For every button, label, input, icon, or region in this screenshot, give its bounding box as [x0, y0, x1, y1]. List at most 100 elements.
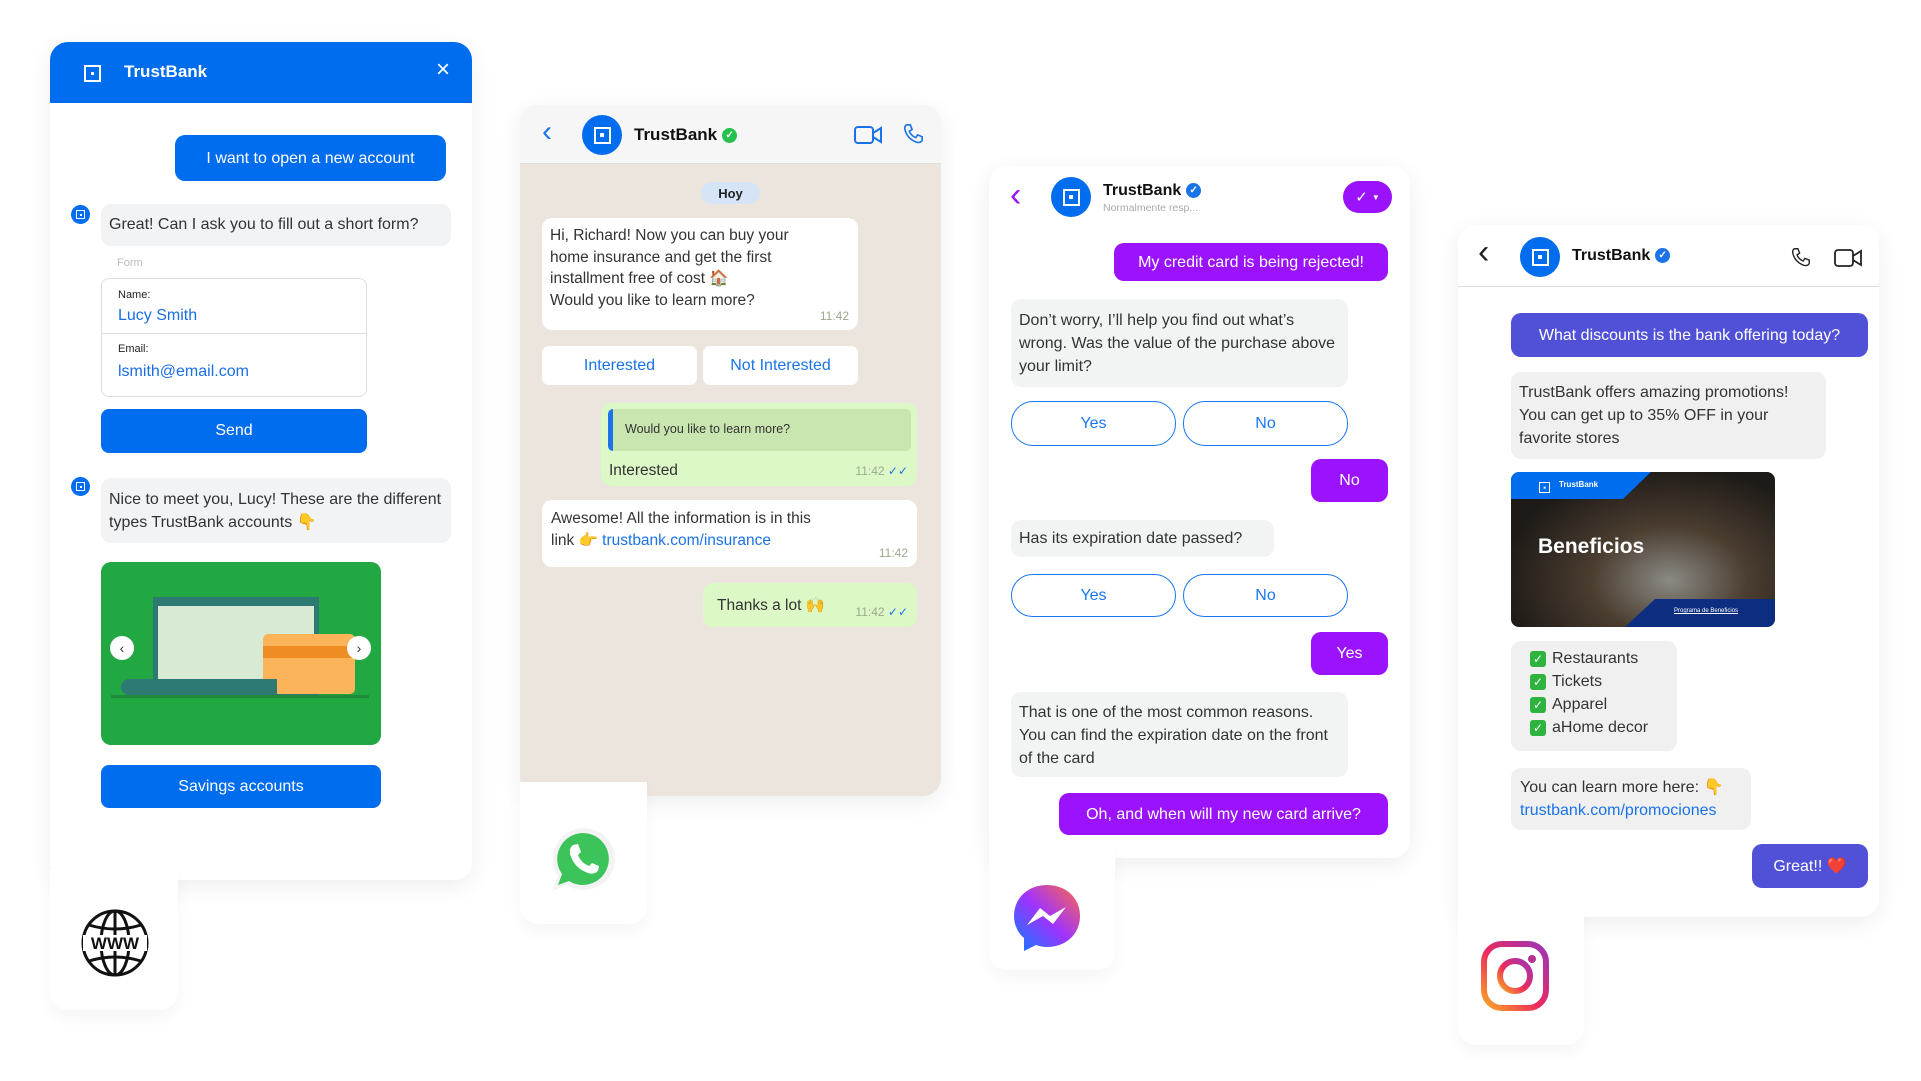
close-icon[interactable]: × — [436, 56, 450, 84]
timestamp: 11:42 — [878, 546, 908, 560]
bot-message: Has its expiration date passed? — [1011, 520, 1274, 557]
list-item: ✓ Tickets — [1530, 670, 1658, 693]
messenger-channel-tab — [989, 845, 1115, 970]
user-message: My credit card is being rejected! — [1114, 243, 1388, 281]
trustbank-avatar — [1051, 177, 1091, 217]
contact-name: TrustBank ✓ — [1572, 247, 1671, 265]
whatsapp-channel-tab — [520, 782, 647, 924]
back-icon[interactable]: ‹ — [1010, 176, 1021, 215]
checkmark-icon: ✓ — [1530, 697, 1546, 713]
card-footer-link: Programa de Beneficios — [1674, 608, 1739, 614]
bot-avatar-icon — [71, 205, 90, 224]
back-icon[interactable]: ‹ — [1478, 233, 1489, 272]
contact-status: Normalmente resp... — [1103, 202, 1199, 214]
quick-reply-no[interactable]: No — [1183, 574, 1348, 617]
user-message: What discounts is the bank offering toda… — [1511, 313, 1868, 357]
contact-name: TrustBank ✓ — [634, 125, 738, 145]
phone-icon[interactable] — [902, 123, 924, 145]
timestamp: 11:42 ✓✓ — [855, 464, 908, 478]
status-toggle[interactable]: ✓ ▼ — [1343, 181, 1392, 213]
email-field[interactable]: lsmith@email.com — [118, 363, 249, 381]
whatsapp-chat: ‹ TrustBank ✓ Hoy Hi, Richard! Now you ca… — [520, 105, 941, 796]
checkmark-icon: ✓ — [1530, 674, 1546, 690]
message-line: link 👉 — [551, 532, 603, 549]
send-button[interactable]: Send — [101, 409, 367, 453]
web-chat-widget: TrustBank × I want to open a new account… — [50, 42, 472, 880]
quick-reply-yes[interactable]: Yes — [1011, 401, 1176, 446]
incoming-message: Awesome! All the information is in this … — [542, 500, 917, 567]
benefits-list: ✓ Restaurants ✓ Tickets ✓ Apparel ✓ aHome de… — [1511, 641, 1677, 751]
user-message: I want to open a new account — [175, 135, 446, 181]
interested-button[interactable]: Interested — [542, 346, 697, 385]
promociones-link[interactable]: trustbank.com/promociones — [1520, 799, 1742, 822]
web-chat-header: TrustBank × — [50, 42, 472, 103]
verified-icon: ✓ — [1186, 183, 1202, 199]
instagram-chat: ‹ TrustBank ✓ What discounts is the bank … — [1458, 225, 1879, 917]
card-title: Beneficios — [1538, 535, 1645, 558]
date-pill: Hoy — [701, 182, 760, 204]
timestamp: 11:42 ✓✓ — [855, 605, 908, 619]
message-line: home insurance and get the first — [550, 248, 772, 266]
quick-reply-yes[interactable]: Yes — [1011, 574, 1176, 617]
carousel-next-icon[interactable]: › — [347, 636, 371, 660]
message-text: Thanks a lot 🙌 — [717, 597, 826, 614]
name-field[interactable]: Lucy Smith — [118, 307, 197, 325]
whatsapp-logo-icon — [552, 827, 615, 891]
message-line: installment free of cost 🏠 — [550, 270, 729, 287]
messenger-chat: ‹ TrustBank ✓ Normalmente resp... ✓ ▼ My c… — [989, 166, 1410, 858]
bot-message: You can learn more here: 👇 trustbank.com… — [1511, 768, 1751, 830]
trustbank-avatar — [582, 115, 622, 155]
bot-message: That is one of the most common reasons. … — [1011, 692, 1348, 777]
quoted-message: Would you like to learn more? — [608, 409, 911, 451]
check-icon: ✓ — [1355, 189, 1368, 206]
carousel-prev-icon[interactable]: ‹ — [110, 636, 134, 660]
caret-down-icon: ▼ — [1371, 192, 1380, 202]
checkmark-icon: ✓ — [1530, 651, 1546, 667]
user-message: Great!! ❤️ — [1752, 844, 1868, 888]
bot-message: Nice to meet you, Lucy! These are the di… — [101, 478, 451, 543]
list-item: ✓ aHome decor — [1530, 716, 1658, 739]
messenger-logo-icon — [1014, 885, 1080, 951]
www-globe-icon: WWW — [81, 909, 149, 977]
list-item: ✓ Apparel — [1530, 693, 1658, 716]
savings-accounts-button[interactable]: Savings accounts — [101, 765, 381, 808]
web-channel-tab: WWW — [50, 870, 178, 1010]
verified-icon: ✓ — [1655, 248, 1671, 264]
instagram-logo-icon — [1481, 941, 1549, 1011]
double-check-icon: ✓✓ — [887, 464, 908, 478]
instagram-header: ‹ TrustBank ✓ — [1458, 225, 1879, 287]
back-icon[interactable]: ‹ — [542, 115, 552, 149]
phone-icon[interactable] — [1790, 247, 1811, 268]
video-call-icon[interactable] — [1834, 248, 1862, 268]
account-carousel-image: ‹ › — [101, 562, 381, 745]
email-label: Email: — [118, 343, 149, 355]
message-line: Awesome! All the information is in this — [551, 510, 811, 527]
instagram-channel-tab — [1458, 905, 1584, 1045]
outgoing-reply: Would you like to learn more? Interested… — [601, 403, 917, 486]
message-text: You can learn more here: 👇 — [1520, 779, 1724, 796]
trustbank-avatar — [1520, 237, 1560, 277]
beneficios-promo-image[interactable]: TrustBank Beneficios Programa de Benefic… — [1511, 472, 1775, 627]
trustbank-logo-icon — [84, 65, 101, 82]
trustbank-logo-icon — [1539, 482, 1550, 493]
message-line: Would you like to learn more? — [550, 291, 755, 309]
video-call-icon[interactable] — [854, 125, 882, 145]
quick-reply-no[interactable]: No — [1183, 401, 1348, 446]
outgoing-message: Thanks a lot 🙌 11:42 ✓✓ — [703, 583, 917, 627]
www-text: WWW — [91, 934, 140, 953]
incoming-message: Hi, Richard! Now you can buy your home i… — [542, 218, 858, 330]
contact-name: TrustBank ✓ — [1103, 182, 1202, 200]
bot-message: TrustBank offers amazing promotions! You… — [1511, 372, 1826, 459]
message-line: Hi, Richard! Now you can buy your — [550, 227, 789, 244]
form-card: Name: Lucy Smith Email: lsmith@email.com — [101, 278, 367, 397]
insurance-link[interactable]: trustbank.com/insurance — [602, 532, 771, 549]
verified-icon: ✓ — [722, 128, 738, 144]
form-label: Form — [117, 257, 143, 269]
web-chat-title: TrustBank — [124, 62, 208, 81]
list-item: ✓ Restaurants — [1530, 647, 1658, 670]
not-interested-button[interactable]: Not Interested — [703, 346, 858, 385]
name-label: Name: — [118, 289, 151, 301]
whatsapp-header: ‹ TrustBank ✓ — [520, 105, 941, 164]
form-divider — [102, 333, 366, 334]
card-brand: TrustBank — [1559, 480, 1599, 489]
